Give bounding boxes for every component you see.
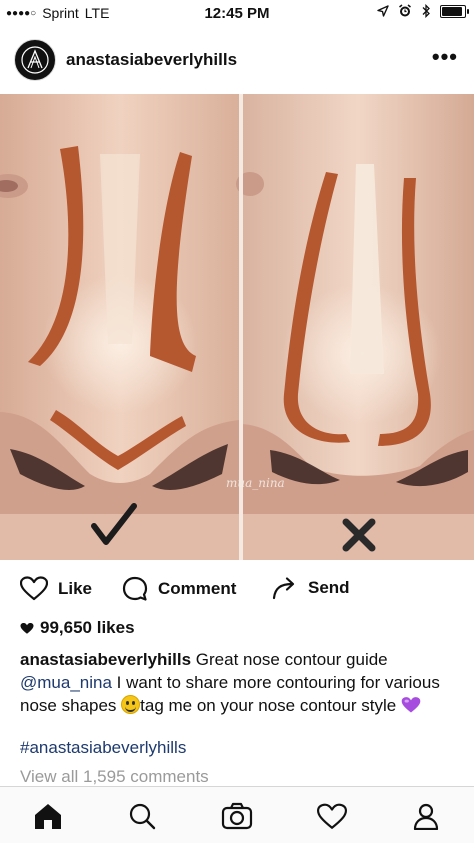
alarm-clock-icon	[399, 4, 411, 17]
smiley-emoji-icon	[121, 695, 141, 714]
view-all-comments-link[interactable]: View all 1,595 comments	[20, 767, 209, 787]
caption-mention[interactable]: @mua_nina	[20, 673, 112, 692]
tab-home[interactable]	[28, 799, 68, 833]
likes-count[interactable]: 99,650 likes	[20, 618, 135, 638]
avatar[interactable]	[14, 39, 56, 81]
more-options-button[interactable]: •••	[432, 44, 458, 70]
location-arrow-icon	[377, 5, 389, 17]
status-bar: ●●●●○ Sprint LTE 12:45 PM	[0, 0, 474, 28]
left-nose-panel	[0, 94, 240, 560]
heart-outline-icon	[20, 576, 48, 601]
like-label: Like	[58, 578, 93, 598]
comment-label: Comment	[158, 579, 237, 598]
post-actions: Like Comment Send	[0, 570, 474, 610]
caption-hashtag[interactable]: #anastasiabeverlyhills	[20, 738, 186, 758]
post-caption: anastasiabeverlyhills Great nose contour…	[20, 648, 460, 717]
tab-camera[interactable]	[217, 799, 257, 833]
caption-username[interactable]: anastasiabeverlyhills	[20, 650, 191, 669]
post-username[interactable]: anastasiabeverlyhills	[66, 50, 237, 70]
tab-search[interactable]	[122, 799, 162, 833]
send-arrow-icon	[272, 577, 295, 600]
profile-icon	[413, 803, 439, 830]
photo-watermark: mua_nina	[226, 476, 285, 490]
heart-icon	[317, 803, 347, 829]
home-icon	[35, 804, 61, 829]
send-button[interactable]: Send	[272, 576, 350, 600]
comment-bubble-icon	[122, 576, 148, 601]
right-nose-panel	[236, 94, 474, 560]
bottom-tab-bar	[0, 786, 474, 843]
caption-text-1: Great nose contour guide	[195, 650, 388, 669]
camera-icon	[221, 802, 253, 830]
likes-text: 99,650 likes	[40, 618, 135, 637]
bluetooth-icon	[422, 4, 430, 18]
tab-activity[interactable]	[312, 799, 352, 833]
post-header: anastasiabeverlyhills •••	[0, 36, 474, 84]
panel-divider	[239, 94, 243, 560]
caption-text-3: tag me on your nose contour style	[140, 696, 401, 715]
purple-heart-emoji-icon	[401, 697, 421, 713]
brand-logo-icon	[21, 46, 49, 74]
post-photo[interactable]: mua_nina	[0, 94, 474, 560]
tab-profile[interactable]	[406, 799, 446, 833]
battery-fill	[442, 6, 463, 16]
heart-filled-icon	[20, 622, 34, 634]
like-button[interactable]: Like	[20, 576, 92, 601]
status-right	[377, 4, 469, 18]
nose-contour-image	[0, 94, 474, 560]
battery-icon	[440, 4, 469, 18]
search-icon	[129, 803, 156, 830]
comment-button[interactable]: Comment	[122, 576, 236, 602]
send-label: Send	[308, 578, 350, 597]
